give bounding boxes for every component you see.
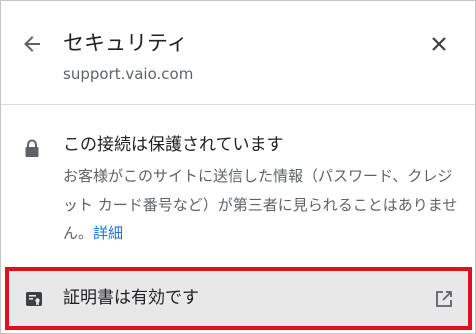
- connection-secure-heading: この接続は保護されています: [63, 135, 284, 155]
- arrow-back-icon: [24, 36, 40, 52]
- description-line-end: ん。: [63, 224, 94, 242]
- certificate-icon: [26, 292, 42, 306]
- certificate-label: 証明書は有効です: [63, 288, 199, 308]
- close-button[interactable]: [425, 30, 453, 58]
- description-line: ん。詳細: [63, 219, 463, 248]
- connection-secure-description: お客様がこのサイトに送信した情報（パスワード、クレジ ット カード番号など）が第…: [63, 162, 463, 248]
- close-icon: [432, 37, 446, 51]
- connection-security-section: この接続は保護されています お客様がこのサイトに送信した情報（パスワード、クレジ…: [1, 105, 475, 261]
- details-link[interactable]: 詳細: [93, 224, 123, 242]
- dialog-title: セキュリティ: [63, 31, 188, 55]
- open-external-icon: [436, 291, 452, 307]
- page-info-dialog: セキュリティ support.vaio.com この接続は保護されています お客…: [0, 0, 476, 334]
- lock-icon: [25, 139, 39, 157]
- description-line: ット カード番号など）が第三者に見られることはありませ: [63, 195, 458, 214]
- site-url: support.vaio.com: [63, 65, 194, 83]
- description-line: お客様がこのサイトに送信した情報（パスワード、クレジ: [63, 167, 453, 185]
- certificate-valid-button[interactable]: 証明書は有効です: [5, 267, 472, 330]
- back-button[interactable]: [18, 30, 46, 58]
- dialog-header: セキュリティ support.vaio.com: [1, 1, 475, 104]
